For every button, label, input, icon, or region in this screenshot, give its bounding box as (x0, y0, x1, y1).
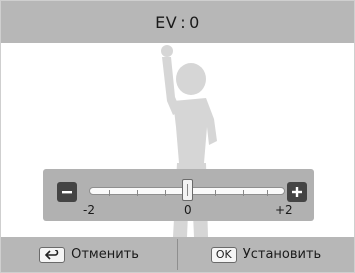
slider-tick (165, 190, 166, 196)
cancel-label: Отменить (71, 247, 139, 262)
slider-tick (109, 190, 110, 196)
cancel-button[interactable]: Отменить (1, 237, 177, 272)
minus-icon[interactable] (57, 182, 77, 202)
camera-screen: EV:0 -2 0 +2 Отменить OK Установить (0, 0, 355, 273)
plus-icon[interactable] (287, 182, 307, 202)
back-arrow-icon (39, 246, 66, 263)
slider-tick (267, 190, 268, 196)
ev-title-value: 0 (189, 12, 200, 32)
back-arrow-glyph (44, 249, 59, 260)
slider-tick (215, 190, 216, 196)
scale-min-label: -2 (83, 203, 95, 217)
scale-max-label: +2 (275, 203, 293, 217)
ev-title-label: EV (155, 12, 178, 32)
slider-tick (137, 190, 138, 196)
title-bar: EV:0 (1, 1, 354, 43)
scale-mid-label: 0 (184, 203, 192, 217)
ev-title: EV:0 (155, 13, 200, 32)
set-label: Установить (242, 247, 322, 262)
set-button[interactable]: OK Установить (178, 237, 354, 272)
ev-slider-thumb[interactable] (181, 179, 193, 201)
plus-glyph (292, 187, 302, 197)
slider-tick (243, 190, 244, 196)
bottom-bar: Отменить OK Установить (1, 237, 354, 272)
minus-glyph (62, 191, 72, 194)
ev-adjust-panel: -2 0 +2 (43, 169, 314, 221)
ok-key-badge: OK (210, 246, 237, 263)
ev-title-separator: : (180, 12, 187, 32)
